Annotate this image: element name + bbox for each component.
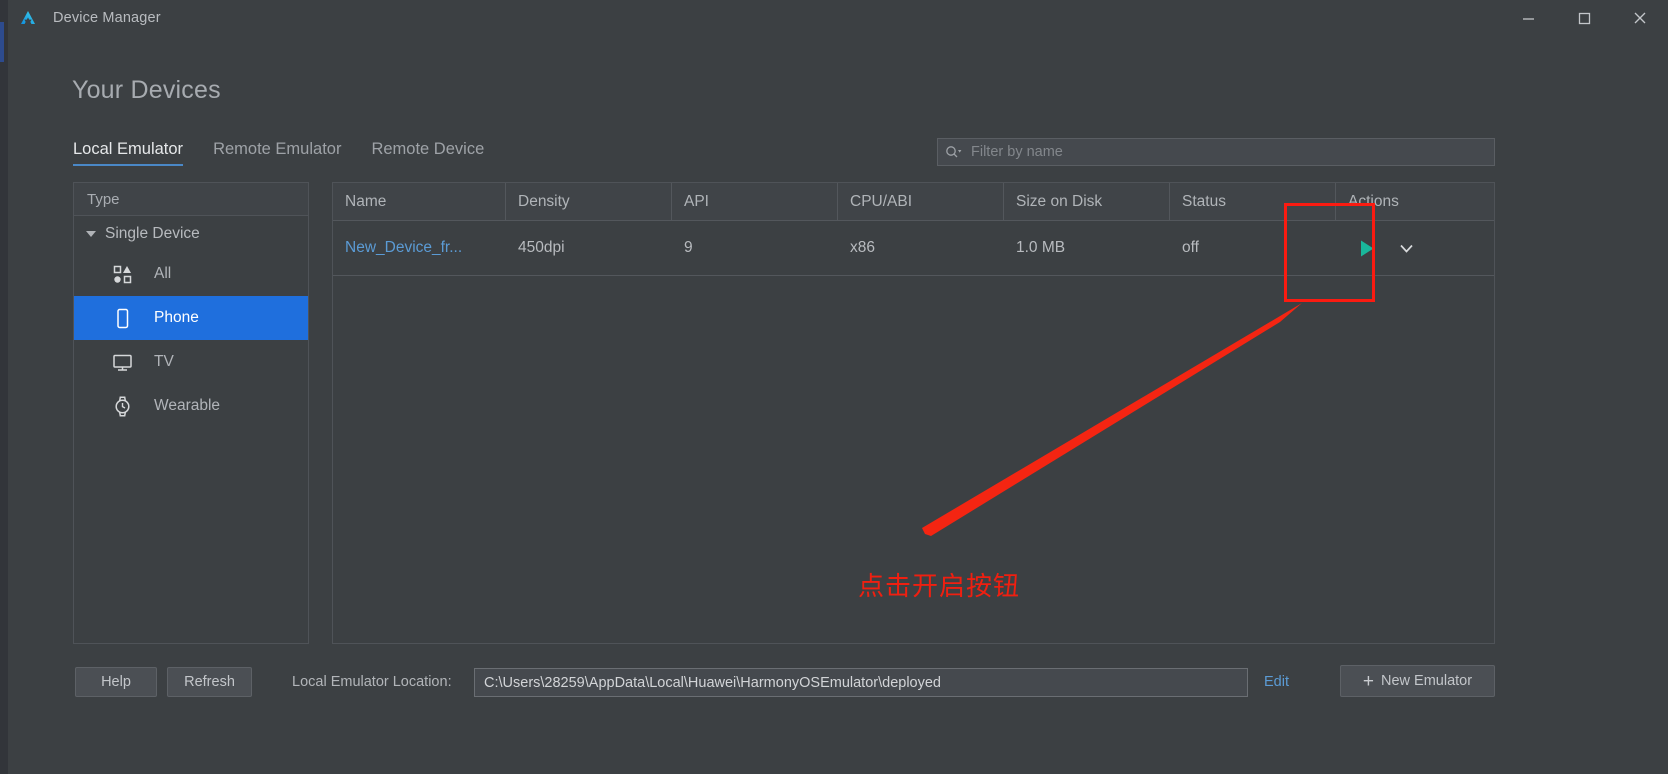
- cell-size-on-disk: 1.0 MB: [1016, 239, 1066, 256]
- cell-cpu-abi: x86: [850, 239, 875, 256]
- sidebar-item-label: TV: [154, 353, 174, 370]
- column-header-name[interactable]: Name: [333, 183, 506, 220]
- sidebar-item-label: Phone: [154, 309, 199, 326]
- cell-api: 9: [684, 239, 693, 256]
- close-icon[interactable]: [1612, 0, 1668, 36]
- new-emulator-label: New Emulator: [1381, 673, 1473, 689]
- sidebar-item-wearable[interactable]: Wearable: [74, 384, 308, 428]
- title-bar: Device Manager: [8, 0, 1668, 36]
- plus-icon: +: [1362, 670, 1375, 692]
- window-controls: [1500, 0, 1668, 36]
- device-manager-window: Device Manager Your Devices Local Emulat…: [0, 0, 1668, 774]
- column-header-size-on-disk[interactable]: Size on Disk: [1004, 183, 1170, 220]
- sidebar-item-phone[interactable]: Phone: [74, 296, 308, 340]
- watch-icon: [110, 395, 134, 417]
- location-label: Local Emulator Location:: [292, 674, 452, 690]
- chevron-down-icon: [86, 231, 96, 237]
- phone-icon: [110, 307, 134, 329]
- cell-device-name[interactable]: New_Device_fr...: [333, 221, 506, 276]
- play-icon[interactable]: [1356, 237, 1378, 259]
- edit-link[interactable]: Edit: [1264, 674, 1289, 690]
- column-header-status[interactable]: Status: [1170, 183, 1336, 220]
- column-header-density[interactable]: Density: [506, 183, 672, 220]
- tab-bar: Local Emulator Remote Emulator Remote De…: [73, 140, 484, 166]
- window-left-edge: [0, 0, 8, 774]
- tree-group-label: Single Device: [105, 225, 200, 242]
- sidebar-item-all[interactable]: All: [74, 252, 308, 296]
- cell-actions: [1336, 221, 1494, 276]
- cell-status: off: [1182, 239, 1199, 256]
- type-sidebar: Type Single Device All Phone TV Wearable: [73, 182, 309, 644]
- column-header-cpu-abi[interactable]: CPU/ABI: [838, 183, 1004, 220]
- shapes-icon: [110, 263, 134, 285]
- tab-remote-device[interactable]: Remote Device: [371, 140, 484, 166]
- table-header-row: Name Density API CPU/ABI Size on Disk St…: [333, 183, 1494, 221]
- window-title: Device Manager: [53, 10, 161, 26]
- annotation-text: 点击开启按钮: [858, 572, 1021, 602]
- sidebar-item-tv[interactable]: TV: [74, 340, 308, 384]
- tree-group-single-device[interactable]: Single Device: [74, 216, 308, 252]
- column-header-api[interactable]: API: [672, 183, 838, 220]
- column-header-actions[interactable]: Actions: [1336, 183, 1494, 220]
- search-icon: [945, 144, 963, 160]
- cell-density: 450dpi: [518, 239, 565, 256]
- tab-local-emulator[interactable]: Local Emulator: [73, 140, 184, 166]
- chevron-down-icon[interactable]: [1396, 238, 1416, 258]
- location-input[interactable]: [474, 668, 1248, 697]
- help-button[interactable]: Help: [75, 667, 157, 697]
- left-edge-accent: [0, 22, 4, 62]
- sidebar-header: Type: [74, 183, 308, 216]
- tab-remote-emulator[interactable]: Remote Emulator: [213, 140, 341, 166]
- maximize-icon[interactable]: [1556, 0, 1612, 36]
- new-emulator-button[interactable]: + New Emulator: [1340, 665, 1495, 697]
- minimize-icon[interactable]: [1500, 0, 1556, 36]
- sidebar-item-label: All: [154, 265, 172, 282]
- tv-icon: [110, 351, 134, 373]
- page-title: Your Devices: [72, 76, 221, 104]
- harmony-logo-icon: [17, 7, 39, 29]
- sidebar-item-label: Wearable: [154, 397, 221, 414]
- refresh-button[interactable]: Refresh: [167, 667, 252, 697]
- table-row[interactable]: New_Device_fr... 450dpi 9 x86 1.0 MB off: [333, 221, 1494, 276]
- filter-box[interactable]: [937, 138, 1495, 166]
- search-input[interactable]: [963, 144, 1494, 160]
